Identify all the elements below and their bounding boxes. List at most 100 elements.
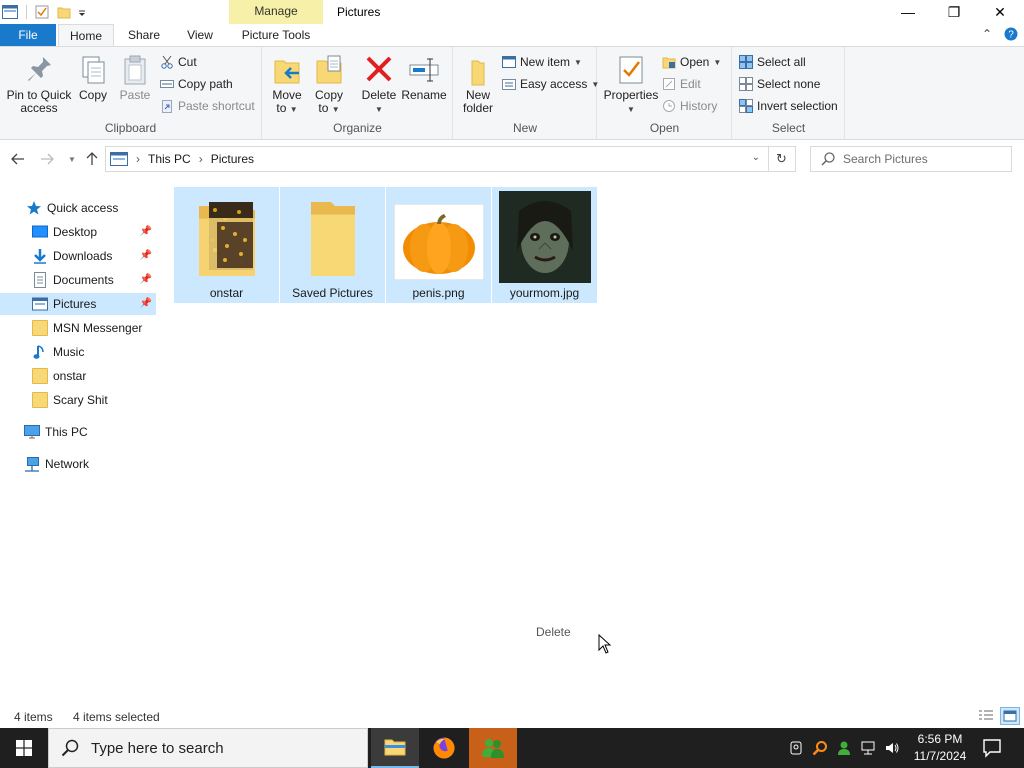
details-view-icon[interactable] [978,708,994,724]
title-bar: Manage Pictures — ❐ ✕ [0,0,1024,24]
volume-icon[interactable] [884,740,900,756]
close-button[interactable]: ✕ [977,0,1023,24]
selection-count: 4 items selected [73,710,160,724]
taskbar-search-box[interactable]: Type here to search [48,728,368,768]
tab-manage[interactable]: Manage [229,0,323,24]
recent-locations-button[interactable]: ▼ [63,150,81,168]
nav-item-scary-shit[interactable]: Scary Shit [0,389,156,411]
open-button[interactable]: Open ▼ [662,52,721,72]
search-box[interactable] [810,146,1012,172]
window-title: Pictures [337,5,381,19]
search-tray-icon[interactable] [812,740,828,756]
pin-to-quick-access-button[interactable]: Pin to Quick access [4,53,74,115]
taskbar-file-explorer[interactable] [371,728,419,768]
drag-tooltip: Delete [536,625,571,639]
network-tray-icon[interactable] [860,740,876,756]
file-item-penis-png[interactable]: penis.png [386,187,491,303]
chevron-down-icon: ▼ [68,154,76,164]
clock-time: 6:56 PM [917,732,963,746]
large-icons-view-icon [1003,710,1017,722]
tab-picture-tools[interactable]: Picture Tools [229,24,323,46]
group-open: Properties ▼ Open ▼ Edit History Open [598,47,732,139]
up-arrow-icon [86,152,98,165]
firefox-icon [433,737,455,759]
paste-shortcut-button[interactable]: Paste shortcut [160,96,255,116]
history-button[interactable]: History [662,96,717,116]
nav-item-onstar[interactable]: onstar [0,365,156,387]
start-button[interactable] [0,728,48,768]
maximize-button[interactable]: ❐ [931,0,977,24]
svg-text:?: ? [1008,30,1014,41]
nav-item-documents[interactable]: Documents 📌 [0,269,156,291]
pumpkin-image-thumbnail [393,204,484,280]
tab-share[interactable]: Share [118,24,170,46]
refresh-button[interactable]: ↻ [768,146,796,172]
star-icon [27,201,41,215]
new-item-button[interactable]: New item ▼ [502,52,582,72]
address-bar[interactable]: › This PC › Pictures ⌄ [105,146,769,172]
breadcrumb-pictures[interactable]: Pictures [211,152,254,166]
file-item-onstar[interactable]: onstar [174,187,279,303]
collapse-ribbon-icon[interactable]: ⌃ [982,27,992,41]
nav-item-pictures[interactable]: Pictures 📌 [0,293,156,315]
cut-button[interactable]: Cut [160,52,197,72]
meet-now-icon[interactable] [788,740,804,756]
history-icon [663,100,675,112]
forward-button[interactable] [38,150,56,168]
tab-view[interactable]: View [174,24,226,46]
rename-button[interactable]: Rename [401,53,447,102]
properties-qat-icon[interactable] [35,5,49,19]
tab-home[interactable]: Home [58,24,114,46]
copy-to-button[interactable]: Copy to ▼ [311,53,347,116]
up-button[interactable] [83,150,101,168]
select-all-button[interactable]: Select all [739,52,806,72]
nav-item-music[interactable]: Music [0,341,156,363]
delete-button[interactable]: Delete ▼ [359,53,399,116]
tab-file[interactable]: File [0,24,56,46]
large-icons-view-button[interactable] [1000,707,1020,725]
pin-icon: 📌 [139,250,152,261]
breadcrumb-this-pc[interactable]: This PC [148,152,191,166]
help-icon[interactable]: ? [1004,27,1018,41]
nav-quick-access[interactable]: Quick access [0,197,156,219]
notification-center-icon[interactable] [980,736,1004,760]
nav-this-pc[interactable]: This PC [0,421,156,443]
ribbon: Pin to Quick access Copy Paste Cut Copy … [0,46,1024,140]
nav-item-downloads[interactable]: Downloads 📌 [0,245,156,267]
search-input[interactable] [843,152,1003,166]
taskbar-clock[interactable]: 6:56 PM 11/7/2024 [908,731,972,765]
file-list: onstar Saved Pictures penis.png yourmom.… [172,180,1024,700]
new-folder-button[interactable]: New folder [460,53,496,115]
back-button[interactable] [9,150,27,168]
new-folder-icon [471,60,485,86]
edit-button[interactable]: Edit [662,74,701,94]
folder-icon [310,202,355,276]
group-new: New folder New item ▼ Easy access ▼ New [454,47,599,139]
customize-qat-icon[interactable] [77,5,87,19]
select-none-button[interactable]: Select none [739,74,820,94]
navigation-pane: Quick access Desktop 📌 Downloads 📌 Docum… [0,180,170,700]
new-folder-qat-icon[interactable] [57,5,71,19]
file-item-yourmom-jpg[interactable]: yourmom.jpg [492,187,597,303]
minimize-button[interactable]: — [885,0,931,24]
nav-network[interactable]: Network [0,453,156,475]
file-item-saved-pictures[interactable]: Saved Pictures [280,187,385,303]
nav-item-desktop[interactable]: Desktop 📌 [0,221,156,243]
group-label-organize: Organize [333,121,382,135]
taskbar-firefox[interactable] [420,728,468,768]
copy-path-button[interactable]: Copy path [160,74,233,94]
invert-selection-button[interactable]: Invert selection [739,96,838,116]
copy-button[interactable]: Copy [76,53,110,102]
address-dropdown-icon[interactable]: ⌄ [752,152,760,163]
taskbar: Type here to search 6:56 PM 11/7/2024 [0,728,1024,768]
clock-date: 11/7/2024 [913,749,967,763]
move-to-button[interactable]: Move to ▼ [269,53,305,116]
nav-item-msn-messenger[interactable]: MSN Messenger [0,317,156,339]
taskbar-msn-messenger[interactable] [469,728,517,768]
properties-button[interactable]: Properties ▼ [602,53,660,116]
msn-tray-icon[interactable] [836,740,852,756]
paste-button[interactable]: Paste [116,53,154,102]
copy-path-icon [160,80,174,88]
group-label-open: Open [649,121,680,135]
easy-access-button[interactable]: Easy access ▼ [502,74,599,94]
